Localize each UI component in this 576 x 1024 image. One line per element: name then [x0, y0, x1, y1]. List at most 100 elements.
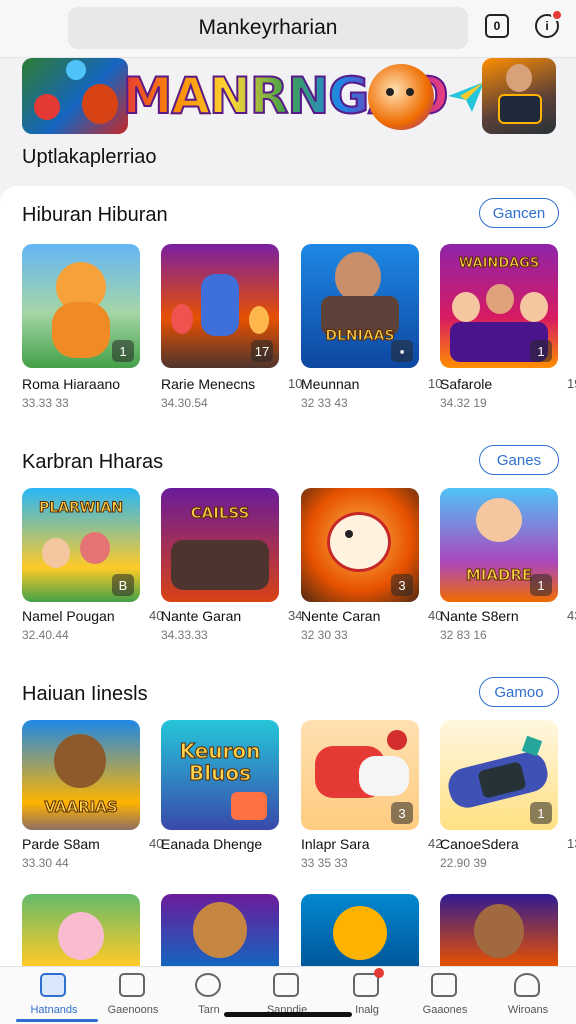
bear-mascot-icon: [368, 64, 434, 130]
game-thumbnail: VAARIAS: [22, 720, 140, 830]
messages-badge: [374, 968, 384, 978]
game-tile[interactable]: [301, 894, 419, 966]
section-title: Haiuan Iinesls: [22, 683, 148, 705]
game-thumbnail: DLNIAAS ▪: [301, 244, 419, 368]
game-tile[interactable]: Keuron Bluos Eanada Dhenge: [161, 720, 279, 852]
game-tile[interactable]: 1 CanoeSdera 13 22.90 39: [440, 720, 576, 870]
game-thumbnail: 3: [301, 720, 419, 830]
game-tile[interactable]: VAARIAS Parde S8am 40 33.30 44: [22, 720, 163, 870]
game-meta: 33.33 33: [22, 396, 69, 410]
game-tile[interactable]: [440, 894, 558, 966]
top-bar: Mankeyrharian 0 i: [0, 0, 576, 58]
game-meta: 32.40.44: [22, 628, 69, 642]
section-title: Hiburan Hiburan: [22, 204, 168, 226]
game-art-title: CAILSS: [190, 504, 250, 523]
library-icon: [431, 973, 457, 997]
game-art-title: Keuron Bluos: [179, 739, 261, 785]
game-title: CanoeSdera: [440, 836, 519, 852]
game-title: Safarole: [440, 376, 493, 392]
game-tile[interactable]: 17 Rarie Menecns 10 34.30.54: [161, 244, 302, 410]
promo-banner[interactable]: MANRNGAO: [0, 58, 576, 140]
game-title: Inlapr Sara: [301, 836, 370, 852]
game-count: 13: [567, 836, 576, 851]
game-title: Rarie Menecns: [161, 376, 256, 392]
game-count: 19: [567, 376, 576, 391]
game-meta: 32 33 43: [301, 396, 348, 410]
search-field[interactable]: Mankeyrharian: [68, 7, 468, 49]
game-meta: 33 35 33: [301, 856, 348, 870]
game-meta: 22.90 39: [440, 856, 487, 870]
notification-icon-glyph: i: [545, 19, 549, 33]
game-tile[interactable]: WAINDAGS 1 Safarole 19 34.32 19: [440, 244, 576, 410]
banner-subtitle: Uptlakaplerriao: [22, 146, 157, 168]
tile-corner-badge: 1: [530, 802, 552, 824]
search-text: Mankeyrharian: [198, 16, 338, 39]
tile-corner-badge: 17: [251, 340, 273, 362]
section-more-button[interactable]: Gancen: [479, 198, 559, 228]
tile-corner-badge: 1: [112, 340, 134, 362]
tile-corner-badge: B: [112, 574, 134, 596]
banner-left-art: [22, 58, 128, 134]
tile-corner-badge: 1: [530, 340, 552, 362]
game-title: Roma Hiaraano: [22, 376, 121, 392]
home-indicator: [224, 1012, 352, 1017]
nav-tab-home[interactable]: Hatnands: [13, 967, 95, 1024]
game-thumbnail: CAILSS: [161, 488, 279, 602]
game-tile[interactable]: 1 Roma Hiaraano 33.33 33: [22, 244, 140, 410]
game-thumbnail: [22, 894, 140, 966]
wallet-icon[interactable]: 0: [485, 14, 509, 38]
notification-icon[interactable]: i: [535, 9, 563, 38]
game-art-title: WAINDAGS: [458, 256, 540, 272]
section-more-button[interactable]: Ganes: [479, 445, 559, 475]
section-more-button[interactable]: Gamoo: [479, 677, 559, 707]
notification-badge: [551, 9, 563, 21]
game-meta: 32 30 33: [301, 628, 348, 642]
game-thumbnail: MIADRE 1: [440, 488, 558, 602]
game-tile[interactable]: [22, 894, 140, 966]
game-count: 43: [567, 608, 576, 623]
tile-corner-badge: 1: [530, 574, 552, 596]
game-thumbnail: 17: [161, 244, 279, 368]
nav-label: Wiroans: [507, 1004, 549, 1016]
game-tile[interactable]: 3 Inlapr Sara 42 33 35 33: [301, 720, 442, 870]
nav-label: Hatnands: [30, 1004, 78, 1016]
profile-icon: [514, 973, 540, 997]
tile-corner-badge: 3: [391, 574, 413, 596]
wallet-icon-glyph: 0: [493, 19, 501, 33]
tile-corner-badge: ▪: [391, 340, 413, 362]
section-title: Karbran Hharas: [22, 451, 164, 473]
game-art-title: PLARWIAN: [39, 500, 124, 517]
game-thumbnail: 1: [22, 244, 140, 368]
paper-plane-icon: [446, 76, 486, 116]
game-tile[interactable]: DLNIAAS ▪ Meunnan 10 32 33 43: [301, 244, 442, 410]
banner-right-art: [482, 58, 556, 134]
store-icon: [273, 973, 299, 997]
game-title: Nante Garan: [161, 608, 242, 624]
game-tile[interactable]: MIADRE 1 Nante S8ern 43 32 83 16: [440, 488, 576, 642]
apps-icon: [195, 973, 221, 997]
game-meta: 34.30.54: [161, 396, 208, 410]
game-thumbnail: 3: [301, 488, 419, 602]
game-tile[interactable]: [161, 894, 279, 966]
game-thumbnail: [161, 894, 279, 966]
nav-tab-library[interactable]: Gaaones: [404, 967, 486, 1024]
tile-corner-badge: 3: [391, 802, 413, 824]
game-thumbnail: [440, 894, 558, 966]
game-title: Eanada Dhenge: [161, 836, 263, 852]
game-tile[interactable]: CAILSS Nante Garan 34 34.33.33: [161, 488, 302, 642]
game-thumbnail: PLARWIAN B: [22, 488, 140, 602]
game-thumbnail: 1: [440, 720, 558, 830]
home-icon: [40, 973, 66, 997]
game-tile[interactable]: PLARWIAN B Namel Pougan 40 32.40.44: [22, 488, 163, 642]
messages-icon: [353, 968, 384, 997]
game-title: Meunnan: [301, 376, 360, 392]
game-meta: 33.30 44: [22, 856, 69, 870]
nav-tab-games[interactable]: Gaenoons: [92, 967, 174, 1024]
game-thumbnail: WAINDAGS 1: [440, 244, 558, 368]
active-tab-indicator: [16, 1019, 98, 1022]
game-thumbnail: [301, 894, 419, 966]
game-thumbnail: Keuron Bluos: [161, 720, 279, 830]
game-title: Nante S8ern: [440, 608, 519, 624]
nav-tab-profile[interactable]: Wiroans: [487, 967, 569, 1024]
game-tile[interactable]: 3 Nente Caran 40 32 30 33: [301, 488, 442, 642]
